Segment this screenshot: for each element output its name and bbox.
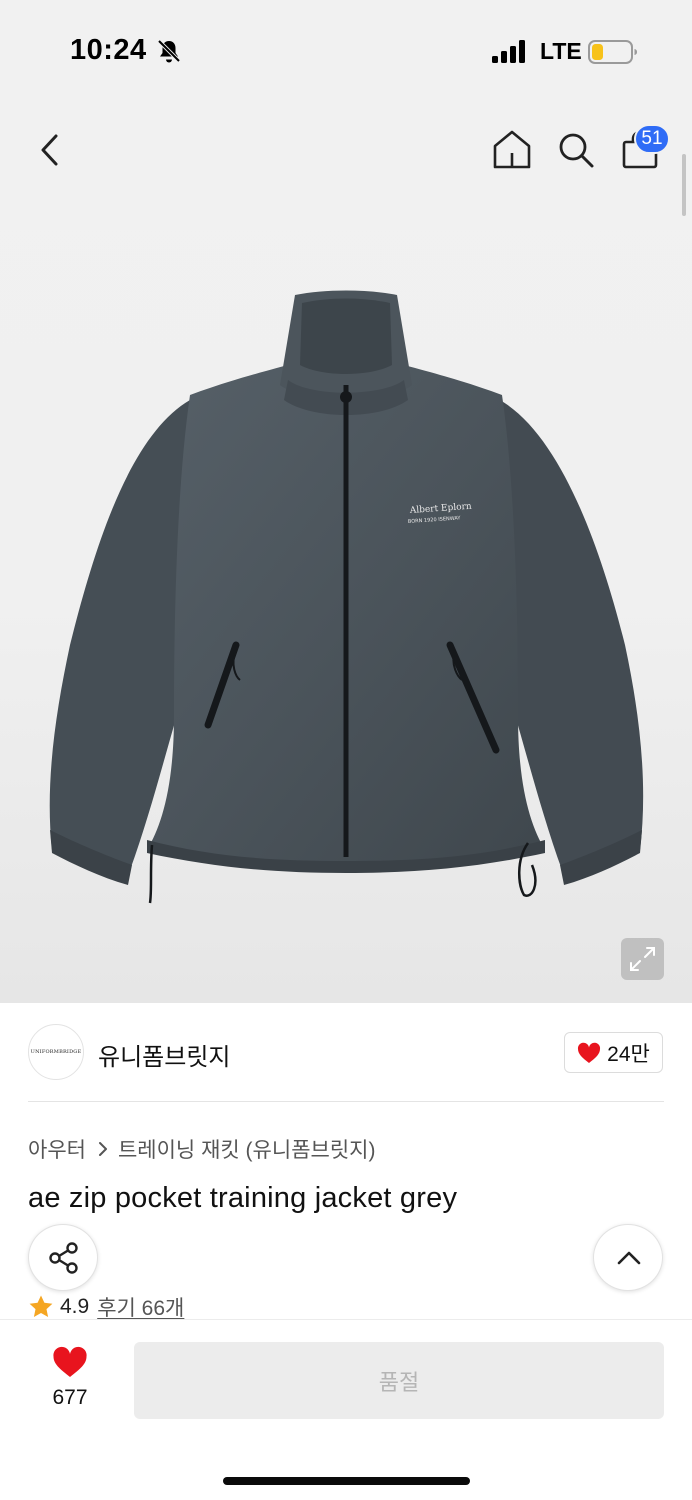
status-bar: 10:24 LTE [0,0,692,100]
wishlist-heart-icon[interactable] [52,1346,88,1379]
share-button[interactable] [28,1224,98,1291]
network-label: LTE [540,38,582,64]
rating-value: 4.9 [60,1295,90,1318]
home-icon[interactable] [492,128,532,170]
brand-like-count: 24만 [607,1042,650,1066]
breadcrumb: 아우터 트레이닝 재킷 (유니폼브릿지) [28,1134,375,1164]
scroll-to-top-button[interactable] [593,1224,663,1291]
divider [28,1101,664,1102]
review-count-link[interactable]: 후기 66개 [97,1292,184,1322]
cart-count-badge: 51 [634,124,670,154]
sold-out-button[interactable]: 품절 [134,1342,664,1419]
star-icon [29,1295,53,1317]
home-indicator[interactable] [223,1477,470,1485]
back-icon[interactable] [38,130,66,170]
signal-icon [492,40,525,63]
brand-like-button[interactable]: 24만 [564,1032,663,1073]
wishlist-count: 677 [52,1386,88,1409]
search-icon[interactable] [556,130,596,170]
jacket-photo: Albert Eplorn BORN 1920 ISENWAY [49,290,644,904]
bell-slash-icon [157,39,181,63]
breadcrumb-subcategory[interactable]: 트레이닝 재킷 (유니폼브릿지) [118,1134,376,1164]
brand-logo-text: UNIFORMBRIDGE [30,1049,82,1055]
share-icon [49,1242,78,1274]
chevron-right-icon [98,1142,107,1156]
product-title: ae zip pocket training jacket grey [28,1182,458,1214]
chevron-up-icon [617,1251,641,1265]
breadcrumb-category[interactable]: 아우터 [28,1134,86,1164]
status-time: 10:24 [70,34,147,66]
product-image-area[interactable]: 51 Albert Eplorn BORN 1920 ISENWAY [0,100,692,1003]
heart-icon [578,1042,601,1063]
battery-icon [588,40,637,64]
scrollbar[interactable] [682,154,686,216]
brand-name[interactable]: 유니폼브릿지 [98,1037,230,1072]
brand-logo[interactable]: UNIFORMBRIDGE [28,1024,84,1080]
rating-row: 4.9 후기 66개 [28,1292,184,1322]
expand-image-icon[interactable] [621,938,664,980]
